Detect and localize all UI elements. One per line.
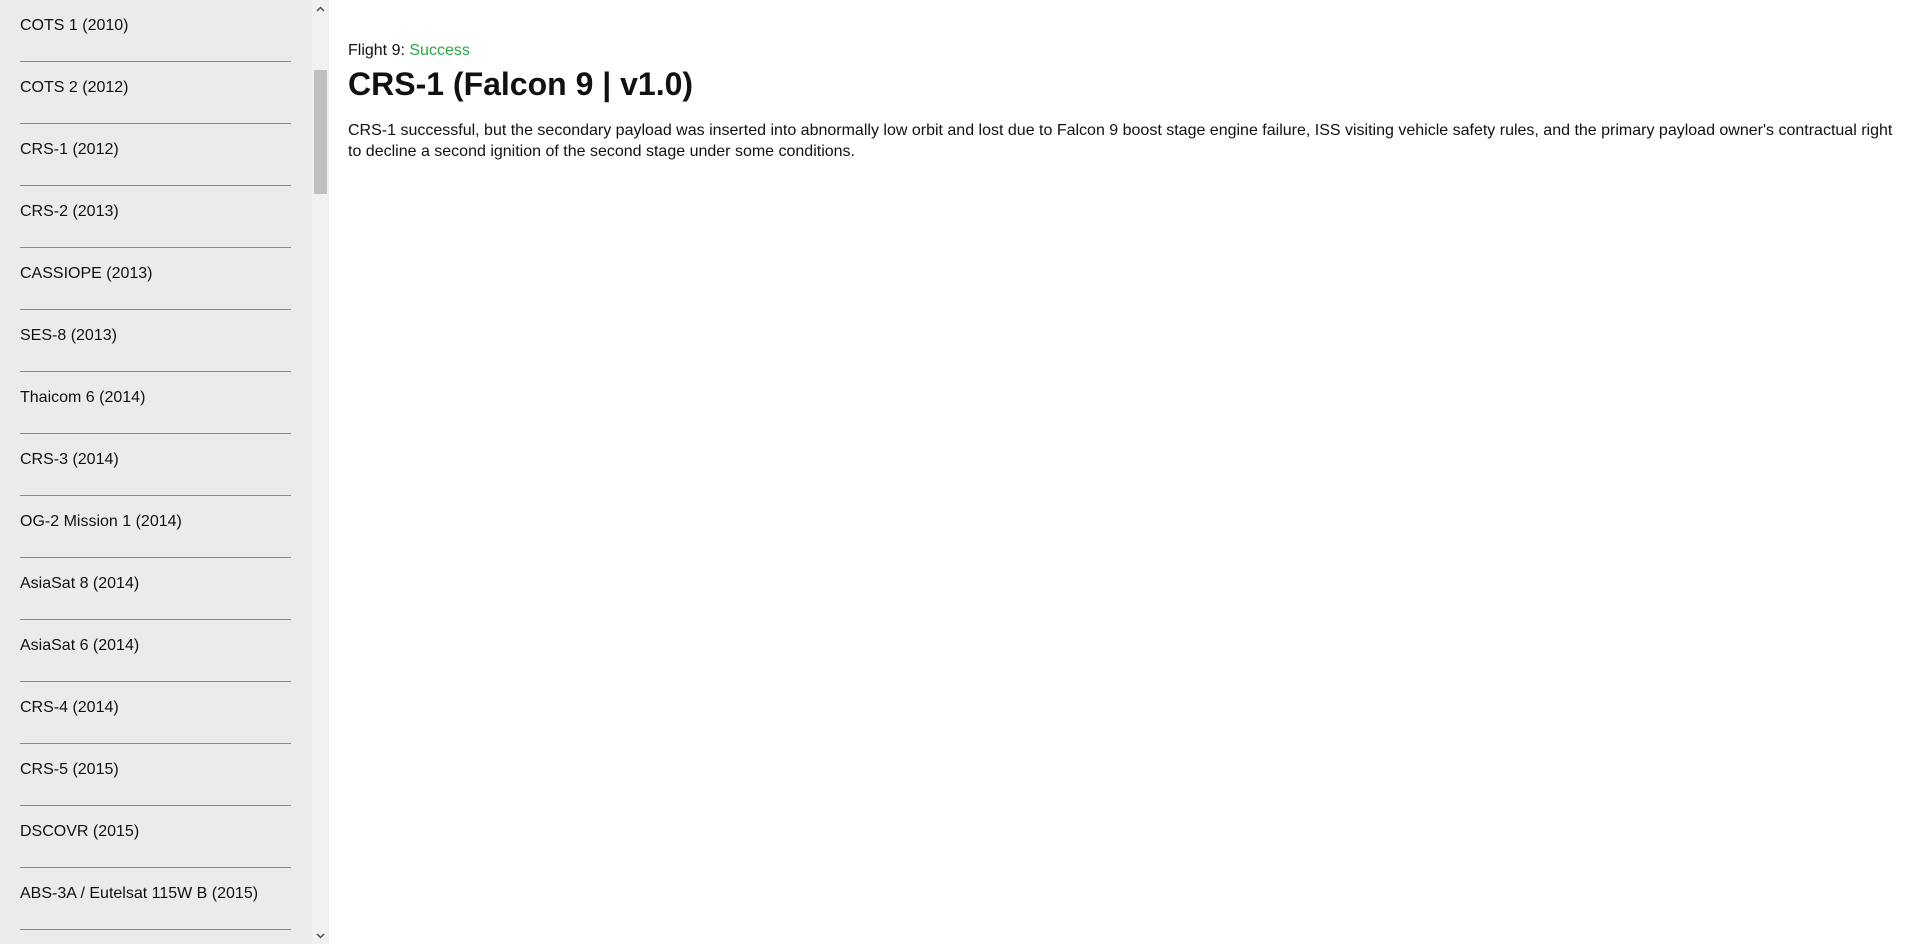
chevron-down-icon [316,932,325,939]
launch-list-item-label: ABS-3A / Eutelsat 115W B (2015) [20,884,259,902]
launch-list-item-label: SES-8 (2013) [20,326,117,344]
launch-list-sidebar[interactable]: COTS 1 (2010) COTS 2 (2012) CRS-1 (2012)… [0,0,312,944]
launch-list-item[interactable]: ABS-3A / Eutelsat 115W B (2015) [20,868,291,930]
launch-list-item[interactable]: CRS-2 (2013) [20,186,291,248]
launch-list-item-label: AsiaSat 8 (2014) [20,574,140,592]
launch-list-item[interactable]: DSCOVR (2015) [20,806,291,868]
launch-list-item[interactable]: CRS-1 (2012) [20,124,291,186]
launch-list-item[interactable]: AsiaSat 6 (2014) [20,620,291,682]
launch-list-item-label: OG-2 Mission 1 (2014) [20,512,182,530]
launch-details: CRS-1 successful, but the secondary payl… [348,122,1893,160]
launch-list-item-label: CRS-1 (2012) [20,140,119,158]
launch-list-item[interactable]: CRS-4 (2014) [20,682,291,744]
launch-list-item-label: COTS 2 (2012) [20,78,129,96]
launch-list-item[interactable]: OG-2 Mission 1 (2014) [20,496,291,558]
sidebar-scrollbar[interactable] [312,0,329,944]
launch-list-item-label: CRS-3 (2014) [20,450,119,468]
scroll-down-button[interactable] [312,927,329,944]
launch-list-item[interactable]: Thaicom 6 (2014) [20,372,291,434]
app: COTS 1 (2010) COTS 2 (2012) CRS-1 (2012)… [0,0,1920,944]
launch-list-item[interactable]: COTS 1 (2010) [20,0,291,62]
launch-list-item[interactable]: SES-8 (2013) [20,310,291,372]
flight-number: Flight 9: [348,42,405,59]
launch-list-item[interactable]: CASSIOPE (2013) [20,248,291,310]
launch-list-item[interactable]: CRS-3 (2014) [20,434,291,496]
status-badge: Success [409,42,470,59]
flight-status-line: Flight 9: Success [348,42,470,60]
scroll-up-button[interactable] [312,0,329,17]
launch-list-item-label: CRS-2 (2013) [20,202,119,220]
launch-list-item-label: Thaicom 6 (2014) [20,388,146,406]
launch-list-item[interactable]: COTS 2 (2012) [20,62,291,124]
launch-list: COTS 1 (2010) COTS 2 (2012) CRS-1 (2012)… [20,0,291,930]
launch-list-item-label: CRS-5 (2015) [20,760,119,778]
launch-list-item-label: DSCOVR (2015) [20,822,140,840]
scrollbar-thumb[interactable] [314,70,327,194]
chevron-up-icon [316,5,325,12]
launch-list-item-label: COTS 1 (2010) [20,16,129,34]
launch-list-item[interactable]: CRS-5 (2015) [20,744,291,806]
page-title: CRS-1 (Falcon 9 | v1.0) [348,66,694,102]
launch-list-item[interactable]: AsiaSat 8 (2014) [20,558,291,620]
launch-list-item-label: CRS-4 (2014) [20,698,119,716]
launch-list-item-label: AsiaSat 6 (2014) [20,636,140,654]
launch-list-item-label: CASSIOPE (2013) [20,264,153,282]
